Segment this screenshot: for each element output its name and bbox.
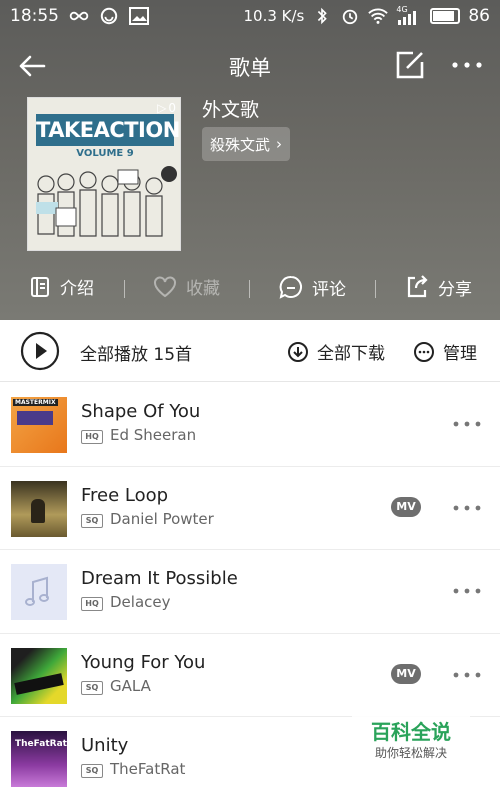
- chevron-right-icon: ›: [276, 135, 283, 153]
- battery-icon: [430, 8, 461, 24]
- favorite-button[interactable]: 收藏: [152, 274, 220, 299]
- status-time: 18:55: [10, 6, 59, 26]
- intro-button[interactable]: 介绍: [28, 274, 94, 299]
- song-title: Young For You: [81, 651, 206, 673]
- network-type: 4G: [396, 5, 408, 14]
- headset-app-icon: [100, 7, 118, 25]
- share-button[interactable]: 分享: [404, 274, 472, 300]
- song-thumbnail: [11, 647, 67, 704]
- play-all-button[interactable]: 全部播放 15首: [80, 340, 192, 365]
- row-more-icon[interactable]: [448, 666, 486, 684]
- infinity-icon: [69, 11, 89, 21]
- quality-badge: SQ: [81, 764, 103, 778]
- download-all-button[interactable]: 全部下载: [287, 339, 385, 364]
- download-icon: [288, 341, 308, 362]
- wifi-icon: [368, 8, 389, 24]
- list-item[interactable]: Free Loop SQ Daniel Powter MV: [0, 467, 500, 550]
- song-artist: Ed Sheeran: [110, 426, 197, 444]
- playlist-toolbar: 全部播放 15首 全部下载 管理: [0, 320, 500, 382]
- signal-icon: 4G: [396, 5, 422, 25]
- song-artist: Daniel Powter: [110, 509, 214, 528]
- playlist-actions: 介绍 收藏 评论 分享: [0, 266, 500, 310]
- heart-icon: [154, 275, 176, 297]
- song-title: Shape Of You: [81, 401, 201, 422]
- mv-badge[interactable]: MV: [391, 663, 421, 684]
- playlist-name: 外文歌: [202, 99, 260, 121]
- top-navigation: 歌单: [0, 40, 500, 90]
- creator-button[interactable]: 殺殊文武 ›: [202, 127, 291, 161]
- play-count-icon: ▷: [157, 101, 167, 115]
- quality-badge: SQ: [81, 680, 103, 695]
- manage-icon: [414, 341, 434, 362]
- battery-level: 86: [468, 6, 490, 26]
- mv-badge[interactable]: MV: [391, 496, 421, 517]
- song-title: Dream It Possible: [81, 568, 238, 589]
- play-count: ▷ 0: [157, 101, 176, 115]
- song-thumbnail: [11, 564, 67, 620]
- edit-icon[interactable]: [393, 48, 427, 82]
- list-item[interactable]: Young For You SQ GALA MV: [0, 634, 500, 717]
- cover-illustration: [36, 166, 177, 237]
- action-separator: [124, 280, 125, 298]
- creator-name: 殺殊文武: [210, 135, 271, 154]
- watermark-logo: 百科全说 助你轻松解决: [352, 712, 470, 766]
- song-thumbnail: MASTERMIX: [11, 397, 67, 453]
- watermark-subtitle: 助你轻松解决: [374, 746, 447, 760]
- row-more-icon[interactable]: [448, 415, 486, 433]
- comment-icon: [279, 275, 302, 299]
- list-item[interactable]: MASTERMIX Shape Of You HQ Ed Sheeran: [0, 383, 500, 467]
- song-thumbnail: [11, 480, 67, 537]
- song-title: Free Loop: [81, 484, 169, 506]
- image-icon: [129, 7, 149, 25]
- alarm-icon: [343, 9, 358, 25]
- song-artist: TheFatRat: [110, 760, 186, 778]
- playlist-cover[interactable]: ▷ 0 TAKEACTION VOLUME 9: [27, 97, 181, 251]
- bluetooth-icon: [318, 7, 328, 25]
- song-title: Unity: [81, 735, 129, 756]
- row-more-icon[interactable]: [448, 582, 486, 600]
- network-speed: 10.3 K/s: [243, 7, 305, 25]
- quality-badge: SQ: [81, 513, 103, 528]
- manage-button[interactable]: 管理: [413, 339, 477, 364]
- quality-badge: HQ: [81, 597, 103, 611]
- play-all-icon[interactable]: [20, 331, 60, 371]
- status-bar: 18:55 10.3 K/s 4G 86: [0, 0, 500, 32]
- more-icon[interactable]: [448, 48, 486, 82]
- song-artist: GALA: [110, 676, 151, 695]
- row-more-icon[interactable]: [448, 499, 486, 517]
- quality-badge: HQ: [81, 430, 103, 444]
- song-artist: Delacey: [110, 593, 171, 611]
- comment-button[interactable]: 评论: [278, 274, 346, 300]
- action-separator: [375, 280, 376, 298]
- song-thumbnail: TheFatRat: [11, 731, 67, 787]
- cover-title: TAKEACTION: [36, 114, 180, 146]
- list-item[interactable]: Dream It Possible HQ Delacey: [0, 550, 500, 634]
- music-note-icon: [25, 576, 49, 606]
- action-separator: [249, 280, 250, 298]
- info-icon: [31, 276, 49, 297]
- cover-volume: VOLUME 9: [76, 148, 134, 159]
- share-icon: [407, 275, 428, 298]
- watermark-title: 百科全说: [371, 720, 451, 744]
